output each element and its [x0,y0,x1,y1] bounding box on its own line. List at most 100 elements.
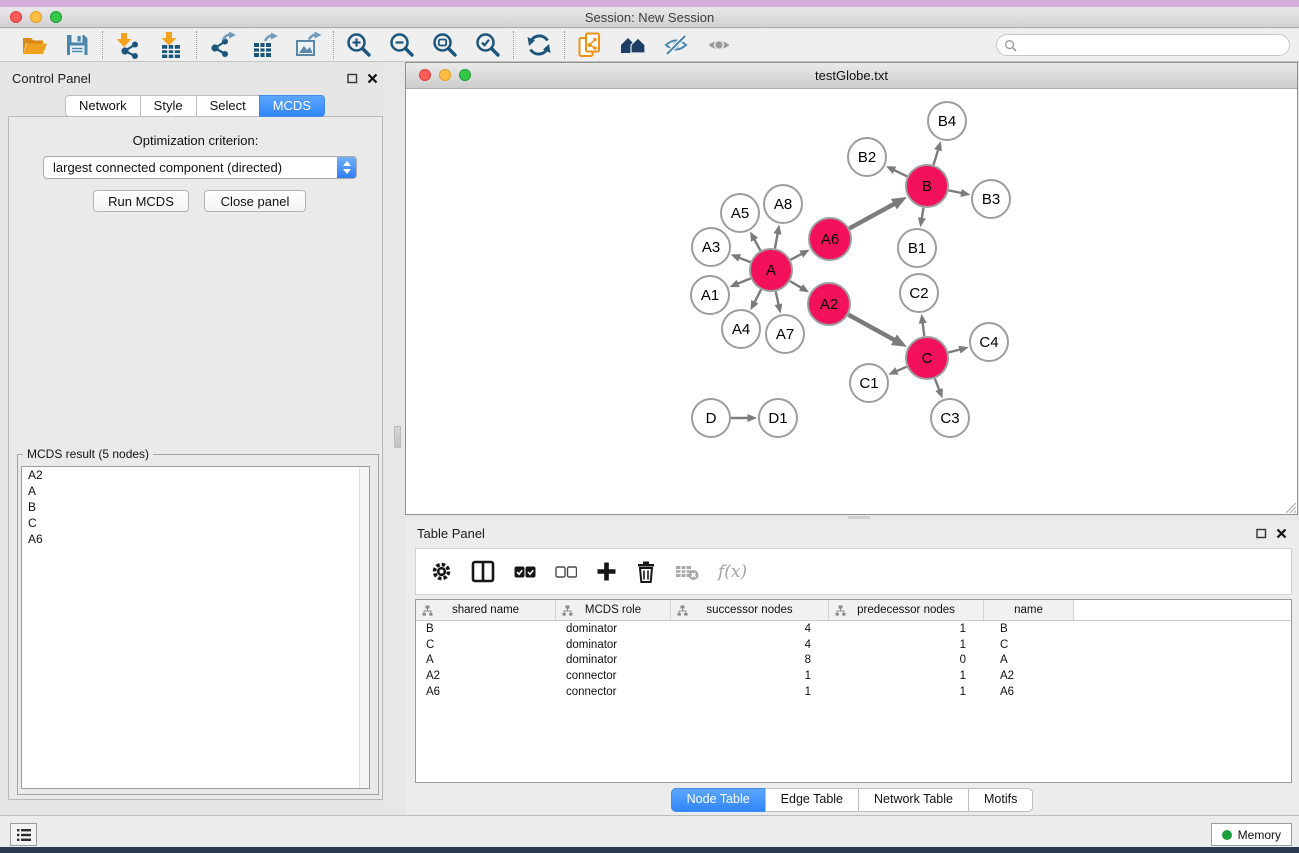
mcds-result-item[interactable]: C [22,515,369,531]
edge-A-A5[interactable] [754,239,760,251]
edge-A6-B[interactable] [849,204,894,229]
tab-mcds[interactable]: MCDS [259,95,325,117]
show-columns-icon[interactable] [471,560,495,583]
edge-C-C1[interactable] [896,367,907,372]
export-network-icon[interactable] [208,31,236,59]
import-network-icon[interactable] [114,31,142,59]
cell-name[interactable]: C [984,639,1074,651]
close-window-button[interactable] [10,11,22,23]
table-tab-motifs[interactable]: Motifs [968,788,1033,812]
zoom-out-icon[interactable] [388,31,416,59]
edge-A-A1[interactable] [737,278,750,283]
cell-mcds-role[interactable]: connector [556,686,671,698]
task-history-button[interactable] [10,823,37,846]
eye-icon[interactable] [705,31,733,59]
table-row[interactable]: A2connector11A2 [416,668,1291,684]
mcds-result-item[interactable]: A [22,483,369,499]
column-header-name[interactable]: name [984,600,1074,620]
cell-predecessor-nodes[interactable]: 0 [829,654,984,666]
scrollbar-track[interactable] [359,467,369,788]
mcds-result-list[interactable]: A2ABCA6 [21,466,370,789]
edge-A-A4[interactable] [754,290,761,303]
import-table-icon[interactable] [157,31,185,59]
zoom-window-button[interactable] [50,11,62,23]
edge-A-A3[interactable] [739,258,751,263]
edge-B-B3[interactable] [949,190,963,193]
resize-grip-icon[interactable] [1284,501,1296,513]
cell-successor-nodes[interactable]: 8 [671,654,829,666]
edge-C-C2[interactable] [923,322,925,336]
cell-mcds-role[interactable]: dominator [556,639,671,651]
table-row[interactable]: A6connector11A6 [416,684,1291,700]
cell-shared-name[interactable]: A2 [416,670,556,682]
search-input[interactable] [1017,36,1282,54]
mcds-result-item[interactable]: A2 [22,467,369,483]
zoom-in-icon[interactable] [345,31,373,59]
float-panel-icon[interactable] [347,73,358,84]
refresh-layout-icon[interactable] [525,31,553,59]
column-header-mcds-role[interactable]: MCDS role [556,600,671,620]
splitter-grip[interactable] [394,426,401,448]
add-column-icon[interactable] [596,561,617,582]
delete-table-icon[interactable] [675,563,699,581]
cell-successor-nodes[interactable]: 4 [671,639,829,651]
cell-shared-name[interactable]: B [416,623,556,635]
splitter-grip[interactable] [848,516,870,519]
edge-A2-C[interactable] [848,315,895,341]
search-field[interactable] [996,34,1290,56]
export-image-icon[interactable] [294,31,322,59]
cell-successor-nodes[interactable]: 1 [671,686,829,698]
tab-select[interactable]: Select [196,95,260,117]
hide-eye-icon[interactable] [662,31,690,59]
unselect-all-columns-icon[interactable] [555,566,577,578]
edge-A-A6[interactable] [790,254,802,260]
mcds-result-item[interactable]: B [22,499,369,515]
table-row[interactable]: Cdominator41C [416,637,1291,653]
close-panel-button[interactable]: Close panel [204,190,306,212]
cell-successor-nodes[interactable]: 4 [671,623,829,635]
cell-shared-name[interactable]: A6 [416,686,556,698]
cell-name[interactable]: B [984,623,1074,635]
edge-A-A8[interactable] [775,233,778,248]
cell-predecessor-nodes[interactable]: 1 [829,686,984,698]
cell-name[interactable]: A6 [984,686,1074,698]
column-header-shared-name[interactable]: shared name [416,600,556,620]
cell-name[interactable]: A2 [984,670,1074,682]
open-session-icon[interactable] [20,31,48,59]
cell-predecessor-nodes[interactable]: 1 [829,623,984,635]
settings-gear-icon[interactable] [431,561,452,582]
close-panel-icon[interactable] [1276,528,1287,539]
table-tab-network-table[interactable]: Network Table [858,788,969,812]
zoom-fit-icon[interactable] [431,31,459,59]
edge-A-A7[interactable] [776,291,779,305]
delete-columns-icon[interactable] [636,561,656,583]
network-canvas[interactable]: B4B2BB3A8A5A6A3B1AC2A1A2A4A7C4CC1C3DD1 [406,90,1297,514]
column-header-successor-nodes[interactable]: successor nodes [671,600,829,620]
cell-successor-nodes[interactable]: 1 [671,670,829,682]
float-panel-icon[interactable] [1256,528,1267,539]
function-builder-icon[interactable]: f(x) [718,562,747,582]
table-row[interactable]: Bdominator41B [416,621,1291,637]
edge-B-B2[interactable] [894,170,908,177]
cell-mcds-role[interactable]: dominator [556,654,671,666]
close-panel-icon[interactable] [367,73,378,84]
edge-C-C4[interactable] [948,349,960,352]
zoom-selected-icon[interactable] [474,31,502,59]
tab-network[interactable]: Network [65,95,141,117]
cell-mcds-role[interactable]: dominator [556,623,671,635]
export-table-icon[interactable] [251,31,279,59]
criterion-dropdown[interactable]: largest connected component (directed) [43,156,357,179]
cell-predecessor-nodes[interactable]: 1 [829,670,984,682]
edge-B-B4[interactable] [933,149,938,165]
edge-C-C3[interactable] [935,379,940,391]
cell-shared-name[interactable]: C [416,639,556,651]
edge-B-B1[interactable] [922,208,924,219]
cell-predecessor-nodes[interactable]: 1 [829,639,984,651]
save-session-icon[interactable] [63,31,91,59]
minimize-window-button[interactable] [30,11,42,23]
table-row[interactable]: Adominator80A [416,652,1291,668]
home-icon[interactable] [619,31,647,59]
cell-name[interactable]: A [984,654,1074,666]
edge-A-A2[interactable] [790,281,802,288]
memory-button[interactable]: Memory [1211,823,1292,846]
